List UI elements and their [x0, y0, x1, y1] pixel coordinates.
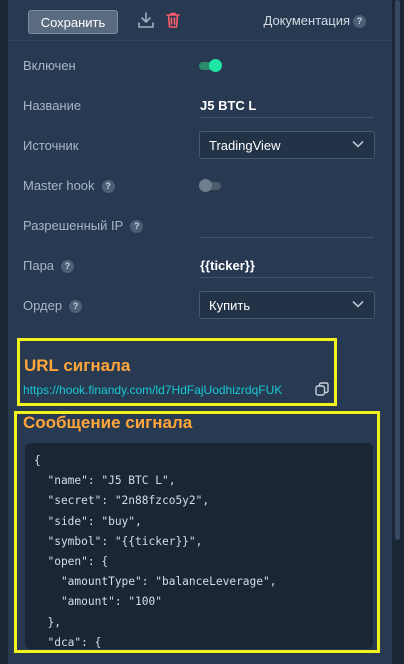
documentation-help-icon[interactable]: ?: [353, 15, 366, 28]
allowed-ip-label: Разрешенный IP?: [23, 218, 144, 234]
enabled-label: Включен: [23, 58, 76, 73]
pair-help-icon[interactable]: ?: [61, 260, 75, 274]
signal-url-title: URL сигнала: [24, 356, 131, 375]
source-select-value: TradingView: [209, 138, 281, 153]
scrollbar[interactable]: [392, 0, 404, 664]
source-select[interactable]: TradingView: [199, 131, 375, 159]
name-field[interactable]: J5 BTC L: [200, 98, 256, 113]
name-label: Название: [23, 98, 82, 113]
left-rail: [0, 0, 8, 664]
allowed-ip-input[interactable]: [200, 237, 374, 238]
name-underline: [200, 117, 374, 118]
toggle-knob: [209, 59, 222, 72]
allowed-ip-help-icon[interactable]: ?: [130, 220, 144, 234]
pair-label: Пара?: [23, 258, 75, 274]
pair-underline: [200, 277, 374, 278]
documentation-link[interactable]: Документация: [264, 13, 351, 28]
toggle-knob: [199, 179, 212, 192]
trash-icon[interactable]: [164, 11, 184, 31]
master-hook-toggle[interactable]: [199, 179, 221, 192]
signal-message-json: { "name": "J5 BTC L", "secret": "2n88fzc…: [34, 454, 277, 649]
signal-message-code[interactable]: { "name": "J5 BTC L", "secret": "2n88fzc…: [25, 443, 373, 649]
order-select-value: Купить: [209, 298, 251, 313]
copy-icon[interactable]: [314, 381, 330, 402]
master-hook-label: Master hook?: [23, 178, 115, 194]
chevron-down-icon: [352, 140, 364, 148]
enabled-toggle[interactable]: [199, 59, 222, 72]
order-select[interactable]: Купить: [199, 291, 375, 319]
scrollbar-thumb[interactable]: [395, 0, 400, 540]
pair-field[interactable]: {{ticker}}: [200, 258, 255, 273]
order-help-icon[interactable]: ?: [69, 300, 83, 314]
source-label: Источник: [23, 138, 79, 153]
signal-message-title: Сообщение сигнала: [23, 413, 193, 432]
signal-url-link[interactable]: https://hook.finandy.com/ld7HdFajUodhizr…: [23, 383, 282, 397]
download-icon[interactable]: [137, 11, 157, 31]
order-label: Ордер?: [23, 298, 83, 314]
settings-panel: Сохранить Документация ? Включен Названи…: [8, 0, 392, 664]
save-button[interactable]: Сохранить: [28, 10, 118, 34]
toolbar: Сохранить Документация ?: [8, 0, 392, 41]
chevron-down-icon: [352, 300, 364, 308]
master-hook-help-icon[interactable]: ?: [101, 180, 115, 194]
